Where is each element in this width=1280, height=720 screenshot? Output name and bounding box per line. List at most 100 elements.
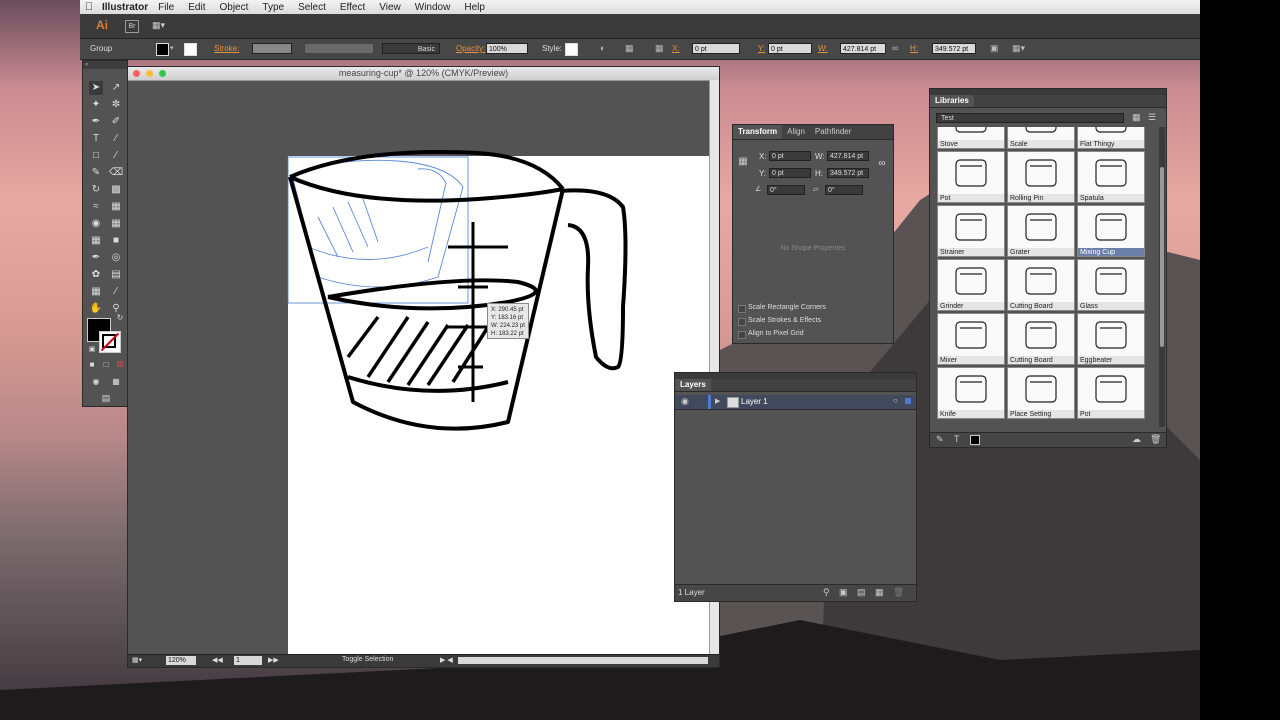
lasso-tool-icon[interactable]: ✼: [109, 98, 123, 112]
transform-icon[interactable]: ▣: [990, 43, 999, 54]
library-select[interactable]: Test: [936, 113, 1124, 123]
locate-object-icon[interactable]: ⚲: [823, 587, 830, 598]
fill-dropdown-icon[interactable]: ▾: [170, 44, 174, 52]
library-item[interactable]: Mixer: [937, 313, 1005, 365]
shear-field[interactable]: 0°: [825, 185, 863, 195]
visibility-eye-icon[interactable]: ◉: [681, 396, 689, 407]
delete-layer-icon[interactable]: 🗑: [893, 587, 904, 598]
library-item[interactable]: Glass: [1077, 259, 1145, 311]
magic-wand-icon[interactable]: ✦: [89, 98, 103, 112]
curvature-tool-icon[interactable]: ✐: [109, 115, 123, 129]
library-item[interactable]: Knife: [937, 367, 1005, 419]
status-arrow-icon[interactable]: ▶ ◀: [440, 656, 453, 664]
variable-width-dropdown[interactable]: [304, 43, 374, 54]
new-sublayer-icon[interactable]: ▤: [857, 587, 866, 598]
tab-libraries[interactable]: Libraries: [930, 95, 974, 107]
w-label[interactable]: W:: [818, 44, 828, 53]
library-item[interactable]: Flat Thingy: [1077, 127, 1145, 149]
align-options-icon[interactable]: ▦: [625, 43, 634, 54]
align-pixel-grid-checkbox[interactable]: [738, 331, 746, 339]
paintbrush-tool-icon[interactable]: ∕: [109, 149, 123, 163]
measuring-cup-artwork[interactable]: [278, 147, 638, 447]
library-item[interactable]: Pot: [937, 151, 1005, 203]
stroke-swatch[interactable]: [184, 43, 197, 56]
rotate-tool-icon[interactable]: ↻: [89, 183, 103, 197]
slice-tool-icon[interactable]: ∕: [109, 285, 123, 299]
add-text-icon[interactable]: T: [954, 434, 960, 444]
pen-tool-icon[interactable]: ✒: [89, 115, 103, 129]
library-item[interactable]: Strainer: [937, 205, 1005, 257]
menu-object[interactable]: Object: [219, 2, 248, 13]
transform-w-field[interactable]: 427.814 pt: [827, 151, 869, 161]
library-item[interactable]: Grinder: [937, 259, 1005, 311]
w-field[interactable]: 427.814 pt: [840, 43, 886, 54]
menu-effect[interactable]: Effect: [340, 2, 365, 13]
selection-tool-icon[interactable]: ➤: [89, 81, 103, 95]
first-artboard-icon[interactable]: ◀◀: [212, 656, 223, 664]
close-window-button[interactable]: [133, 70, 140, 77]
list-view-icon[interactable]: ☰: [1148, 112, 1156, 123]
x-field[interactable]: 0 pt: [692, 43, 740, 54]
library-item[interactable]: Place Setting: [1007, 367, 1075, 419]
artboard-tool-icon[interactable]: ▦: [89, 285, 103, 299]
bridge-button[interactable]: Br: [125, 20, 139, 33]
expand-layer-icon[interactable]: ▶: [715, 397, 720, 405]
tab-pathfinder[interactable]: Pathfinder: [810, 125, 856, 139]
tab-align[interactable]: Align: [782, 125, 810, 139]
reference-point-locator-icon[interactable]: ▦: [736, 155, 750, 169]
zoom-window-button[interactable]: [159, 70, 166, 77]
swap-colors-icon[interactable]: ↻: [113, 311, 127, 325]
width-tool-icon[interactable]: ≈: [89, 200, 103, 214]
menu-select[interactable]: Select: [298, 2, 326, 13]
x-label[interactable]: X:: [672, 44, 680, 53]
h-field[interactable]: 349.572 pt: [932, 43, 976, 54]
transform-h-field[interactable]: 349.572 pt: [827, 168, 869, 178]
y-label[interactable]: Y:: [758, 44, 765, 53]
library-item[interactable]: Grater: [1007, 205, 1075, 257]
fill-swatch[interactable]: [156, 43, 169, 56]
minimize-window-button[interactable]: [146, 70, 153, 77]
color-mode-icon[interactable]: ■: [85, 358, 99, 372]
free-transform-icon[interactable]: ▦: [109, 200, 123, 214]
arrange-documents-icon[interactable]: ▦▾: [152, 20, 172, 31]
perspective-grid-icon[interactable]: ▦: [109, 217, 123, 231]
h-label[interactable]: H:: [910, 44, 918, 53]
library-scrollbar[interactable]: [1159, 127, 1165, 427]
status-mode-label[interactable]: Toggle Selection: [342, 656, 393, 663]
stroke-label[interactable]: Stroke:: [214, 44, 239, 53]
scale-rectangle-corners-checkbox[interactable]: [738, 305, 746, 313]
library-item[interactable]: Spatula: [1077, 151, 1145, 203]
library-item[interactable]: Mixing Cup: [1077, 205, 1145, 257]
brush-definition-dropdown[interactable]: Basic: [382, 43, 440, 54]
menu-help[interactable]: Help: [464, 2, 485, 13]
constrain-link-icon[interactable]: ∞: [875, 157, 889, 171]
app-menu[interactable]: Illustrator: [102, 2, 148, 13]
layer-row[interactable]: ◉ ▶ Layer 1 ○: [675, 395, 916, 410]
change-screen-mode-icon[interactable]: ▤: [99, 391, 113, 405]
scale-strokes-checkbox[interactable]: [738, 318, 746, 326]
tools-header[interactable]: «: [83, 61, 127, 69]
reference-point-icon[interactable]: ▦: [655, 43, 664, 54]
add-color-icon[interactable]: [970, 435, 980, 445]
tab-layers[interactable]: Layers: [675, 379, 711, 391]
isolate-icon[interactable]: ▦▾: [1012, 43, 1025, 54]
grid-view-icon[interactable]: ▦: [1132, 112, 1141, 123]
sync-icon[interactable]: ☁: [1132, 434, 1141, 445]
draw-mode-icon[interactable]: ◉: [89, 375, 103, 389]
direct-selection-tool-icon[interactable]: ↗: [109, 81, 123, 95]
stroke-color-swatch[interactable]: [99, 331, 121, 353]
recolor-icon[interactable]: ◐: [600, 43, 605, 53]
menu-edit[interactable]: Edit: [188, 2, 205, 13]
zoom-field[interactable]: 120%: [166, 656, 196, 665]
gradient-mode-icon[interactable]: □: [99, 358, 113, 372]
horizontal-scrollbar[interactable]: [458, 657, 708, 664]
library-item[interactable]: Cutting Board: [1007, 259, 1075, 311]
mesh-tool-icon[interactable]: ▦: [89, 234, 103, 248]
symbol-sprayer-icon[interactable]: ✿: [89, 268, 103, 282]
menu-view[interactable]: View: [379, 2, 401, 13]
new-layer-icon[interactable]: ▦: [875, 587, 884, 598]
menu-file[interactable]: File: [158, 2, 174, 13]
scale-tool-icon[interactable]: ▩: [109, 183, 123, 197]
target-icon[interactable]: ○: [893, 396, 898, 405]
menu-window[interactable]: Window: [415, 2, 451, 13]
